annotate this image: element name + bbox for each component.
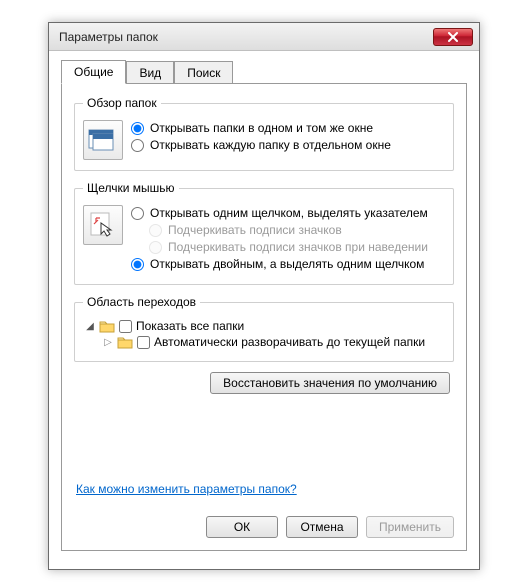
radio-underline-hover bbox=[149, 241, 162, 254]
tab-panel-general: Обзор папок Открывать папки в bbox=[61, 83, 467, 551]
tab-view[interactable]: Вид bbox=[126, 61, 174, 85]
label-underline-hover: Подчеркивать подписи значков при наведен… bbox=[168, 240, 428, 254]
checkbox-auto-expand[interactable] bbox=[137, 336, 150, 349]
group-click-legend: Щелчки мышью bbox=[83, 181, 179, 195]
folder-icon bbox=[99, 319, 115, 333]
radio-single-click[interactable] bbox=[131, 207, 144, 220]
close-icon bbox=[448, 32, 458, 42]
group-nav-legend: Область переходов bbox=[83, 295, 200, 309]
radio-underline-always bbox=[149, 224, 162, 237]
label-single-click: Открывать одним щелчком, выделять указат… bbox=[150, 206, 428, 220]
dialog-buttons: ОК Отмена Применить bbox=[206, 516, 454, 538]
radio-double-click[interactable] bbox=[131, 258, 144, 271]
radio-new-window[interactable] bbox=[131, 139, 144, 152]
radio-same-window[interactable] bbox=[131, 122, 144, 135]
restore-defaults-button[interactable]: Восстановить значения по умолчанию bbox=[210, 372, 450, 394]
label-same-window: Открывать папки в одном и том же окне bbox=[150, 121, 373, 135]
group-navigation-pane: Область переходов ◢ Показать все папки ▷ bbox=[74, 295, 454, 362]
titlebar: Параметры папок bbox=[49, 23, 479, 51]
label-underline-always: Подчеркивать подписи значков bbox=[168, 223, 342, 237]
folder-icon bbox=[117, 335, 133, 349]
label-new-window: Открывать каждую папку в отдельном окне bbox=[150, 138, 391, 152]
window-title: Параметры папок bbox=[59, 30, 433, 44]
tree-row-auto-expand: ▷ Автоматически разворачивать до текущей… bbox=[103, 335, 445, 349]
tab-search[interactable]: Поиск bbox=[174, 61, 233, 85]
label-auto-expand: Автоматически разворачивать до текущей п… bbox=[154, 335, 425, 349]
folder-options-dialog: Параметры папок Общие Вид Поиск Обзор па… bbox=[48, 22, 480, 570]
label-show-all-folders: Показать все папки bbox=[136, 319, 244, 333]
group-browse-folders: Обзор папок Открывать папки в bbox=[74, 96, 454, 171]
dialog-content: Общие Вид Поиск Обзор папок bbox=[49, 51, 479, 563]
label-double-click: Открывать двойным, а выделять одним щелч… bbox=[150, 257, 424, 271]
close-button[interactable] bbox=[433, 28, 473, 46]
help-link[interactable]: Как можно изменить параметры папок? bbox=[76, 482, 297, 496]
group-click-behavior: Щелчки мышью Открывать одним щелчком, вы… bbox=[74, 181, 454, 285]
group-browse-legend: Обзор папок bbox=[83, 96, 161, 110]
cancel-button[interactable]: Отмена bbox=[286, 516, 358, 538]
browse-folders-icon bbox=[83, 120, 123, 160]
tree-collapse-icon[interactable]: ◢ bbox=[85, 321, 95, 332]
tab-strip: Общие Вид Поиск bbox=[61, 59, 467, 83]
ok-button[interactable]: ОК bbox=[206, 516, 278, 538]
tree-row-show-all: ◢ Показать все папки bbox=[85, 319, 445, 333]
click-behavior-icon bbox=[83, 205, 123, 245]
tree-expand-icon[interactable]: ▷ bbox=[103, 337, 113, 348]
apply-button[interactable]: Применить bbox=[366, 516, 454, 538]
tab-general[interactable]: Общие bbox=[61, 60, 126, 84]
checkbox-show-all-folders[interactable] bbox=[119, 320, 132, 333]
